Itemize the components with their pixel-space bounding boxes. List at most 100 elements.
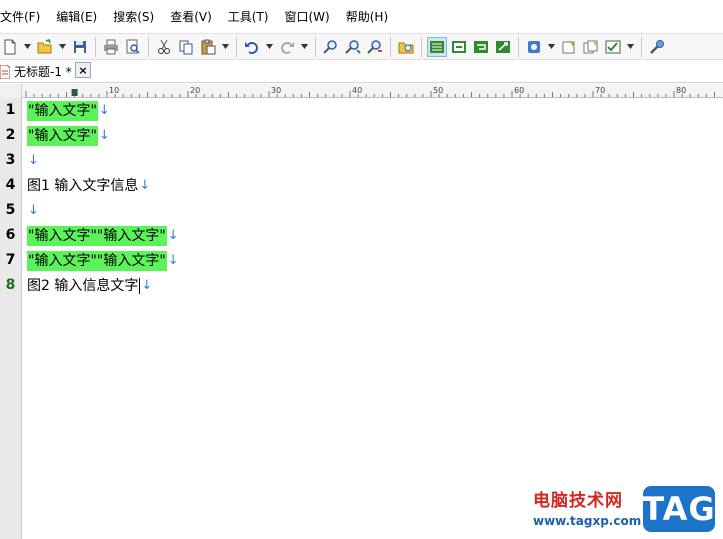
find-next-icon[interactable] xyxy=(343,37,363,57)
ruler-label: 60 xyxy=(514,86,524,95)
editor-line[interactable]: "输入文字""输入文字" ↓ xyxy=(27,251,179,271)
line-number: 2 xyxy=(5,127,16,143)
end-of-line-marker: ↓ xyxy=(139,178,151,193)
end-of-line-marker: ↓ xyxy=(167,228,179,243)
paste-icon[interactable] xyxy=(198,37,218,57)
open-dropdown-icon[interactable] xyxy=(57,37,67,57)
print-preview-icon[interactable] xyxy=(123,37,143,57)
toolbar-separator xyxy=(518,36,519,57)
menu-edit[interactable]: 编辑(E) xyxy=(56,8,97,25)
highlighted-text: "输入文字" xyxy=(27,101,98,121)
line-number: 3 xyxy=(5,152,16,168)
new-document-dropdown-icon[interactable] xyxy=(22,37,32,57)
menu-window[interactable]: 窗口(W) xyxy=(285,8,330,25)
ruler-label: 70 xyxy=(595,86,605,95)
print-icon[interactable] xyxy=(101,37,121,57)
toolbar-separator xyxy=(95,36,96,57)
replace-icon[interactable] xyxy=(365,37,385,57)
find-in-files-icon[interactable] xyxy=(396,37,416,57)
hex-view-icon[interactable] xyxy=(449,37,469,57)
editor-line[interactable]: "输入文字""输入文字" ↓ xyxy=(27,226,179,246)
ftp-dropdown-icon[interactable] xyxy=(546,37,556,57)
ruler-label: 30 xyxy=(271,86,281,95)
line-number: 7 xyxy=(5,252,16,268)
editor-line[interactable]: 图1 输入文字信息 ↓ xyxy=(27,176,150,196)
document-icon xyxy=(0,64,10,79)
end-of-line-marker: ↓ xyxy=(28,203,39,218)
highlighted-text: "输入文字""输入文字" xyxy=(27,251,167,271)
ruler-icon[interactable] xyxy=(493,37,513,57)
highlighted-text: "输入文字""输入文字" xyxy=(27,226,167,246)
macro-icon[interactable] xyxy=(559,37,579,57)
tools-icon[interactable] xyxy=(647,37,667,57)
find-icon[interactable] xyxy=(321,37,341,57)
text-caret xyxy=(139,278,141,294)
ruler: 10 20 30 40 50 60 70 80 xyxy=(22,84,723,98)
tab-title: 无标题-1 * xyxy=(14,65,72,79)
editor-line[interactable]: "输入文字" ↓ xyxy=(27,126,110,146)
column-mode-icon[interactable] xyxy=(471,37,491,57)
line-number: 4 xyxy=(5,177,16,193)
menu-bar: 文件(F) 编辑(E) 搜索(S) 查看(V) 工具(T) 窗口(W) 帮助(H… xyxy=(0,0,723,33)
editor-line[interactable]: 图2 输入信息文字 ↓ xyxy=(27,276,152,296)
watermark-logo: TAG xyxy=(642,486,715,532)
end-of-line-marker: ↓ xyxy=(98,128,110,143)
line-text: 图2 输入信息文字 xyxy=(27,278,139,294)
ruler-label: 80 xyxy=(676,86,686,95)
end-of-line-marker: ↓ xyxy=(98,103,110,118)
end-of-line-marker: ↓ xyxy=(141,278,153,293)
watermark: 电脑技术网 www.tagxp.com TAG xyxy=(515,486,715,536)
line-text: 图1 输入文字信息 xyxy=(27,178,139,194)
line-number: 6 xyxy=(5,227,16,243)
copy-icon[interactable] xyxy=(176,37,196,57)
ruler-ticks: 10 20 30 40 50 60 70 80 xyxy=(25,86,715,97)
editor-line[interactable]: ↓ xyxy=(27,201,39,221)
ftp-icon[interactable] xyxy=(524,37,544,57)
watermark-url: www.tagxp.com xyxy=(533,514,642,528)
text-editor[interactable]: "输入文字" ↓ "输入文字" ↓ ↓ 图1 输入文字信息 ↓ ↓ "输入文字""输入文字" ↓ "… xyxy=(23,98,723,539)
toolbar-separator xyxy=(641,36,642,57)
undo-dropdown-icon[interactable] xyxy=(264,37,274,57)
ruler-label: 10 xyxy=(109,86,119,95)
editor-line[interactable]: ↓ xyxy=(27,151,39,171)
end-of-line-marker: ↓ xyxy=(167,253,179,268)
menu-search[interactable]: 搜索(S) xyxy=(113,8,154,25)
menu-help[interactable]: 帮助(H) xyxy=(346,8,388,25)
settings-icon[interactable] xyxy=(603,37,623,57)
toolbar-separator xyxy=(148,36,149,57)
line-number-gutter: 1 2 3 4 5 6 7 8 xyxy=(0,98,22,539)
ruler-row: 10 20 30 40 50 60 70 80 xyxy=(0,84,723,98)
save-icon[interactable] xyxy=(70,37,90,57)
undo-icon[interactable] xyxy=(242,37,262,57)
toolbar xyxy=(0,33,723,60)
line-number: 8 xyxy=(5,277,16,293)
watermark-site-name: 电脑技术网 xyxy=(533,491,623,511)
menu-tools[interactable]: 工具(T) xyxy=(228,8,269,25)
word-wrap-icon[interactable] xyxy=(427,36,447,57)
ruler-corner xyxy=(0,84,22,98)
ruler-label: 50 xyxy=(433,86,443,95)
toolbar-separator xyxy=(390,36,391,57)
document-tab-bar: 无标题-1 * × xyxy=(0,60,723,83)
new-document-icon[interactable] xyxy=(0,37,20,57)
ruler-label: 40 xyxy=(352,86,362,95)
editor-line[interactable]: "输入文字" ↓ xyxy=(27,101,110,121)
menu-view[interactable]: 查看(V) xyxy=(170,8,212,25)
paste-dropdown-icon[interactable] xyxy=(220,37,230,57)
redo-icon[interactable] xyxy=(277,37,297,57)
end-of-line-marker: ↓ xyxy=(28,153,39,168)
toolbar-separator xyxy=(421,36,422,57)
menu-file[interactable]: 文件(F) xyxy=(0,8,40,25)
line-number: 5 xyxy=(5,202,16,218)
toolbar-separator xyxy=(315,36,316,57)
cut-icon[interactable] xyxy=(154,37,174,57)
toolbar-separator xyxy=(236,36,237,57)
settings-dropdown-icon[interactable] xyxy=(625,37,635,57)
open-folder-icon[interactable] xyxy=(35,37,55,57)
redo-dropdown-icon[interactable] xyxy=(299,37,309,57)
line-number: 1 xyxy=(5,102,16,118)
tab-close-button[interactable]: × xyxy=(75,62,91,78)
macro-play-icon[interactable] xyxy=(581,37,601,57)
ruler-cursor-marker xyxy=(71,89,78,96)
highlighted-text: "输入文字" xyxy=(27,126,98,146)
